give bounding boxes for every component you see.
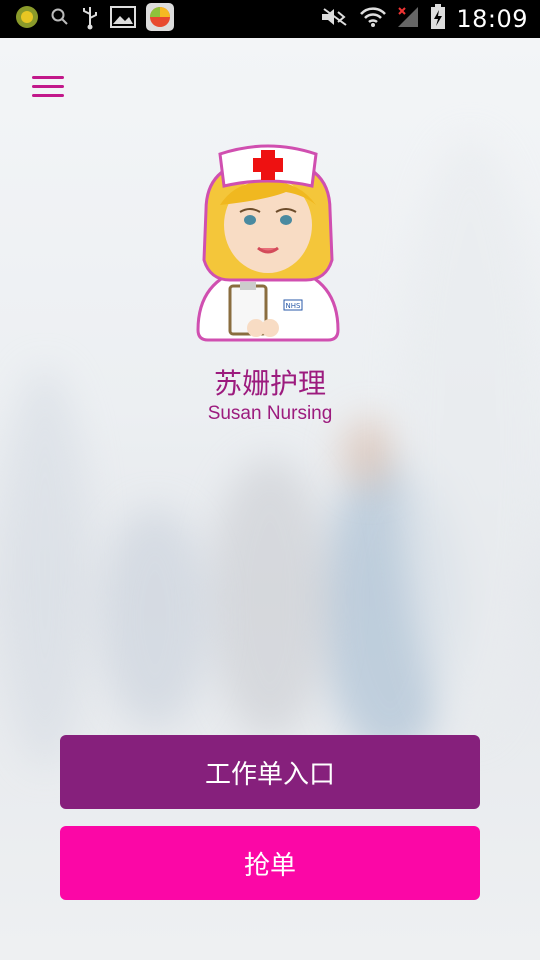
gallery-icon: [110, 6, 136, 32]
status-bar-right: 18:09: [320, 4, 528, 34]
app-title-chinese: 苏姗护理: [213, 367, 326, 400]
usb-icon: [80, 4, 100, 34]
mute-icon: [320, 6, 350, 32]
search-icon: [50, 7, 70, 31]
app-title-english: Susan Nursing: [207, 403, 333, 424]
status-time: 18:09: [456, 5, 528, 33]
hamburger-menu-icon[interactable]: [30, 72, 66, 100]
battery-charging-icon: [430, 4, 446, 34]
app-notification-icon: [14, 4, 40, 34]
work-order-entry-button[interactable]: 工作单入口: [60, 735, 480, 809]
wifi-icon: [360, 6, 387, 32]
app-badge-icon: [146, 3, 174, 35]
status-bar-left: [14, 3, 174, 35]
nurse-logo: NHS: [186, 140, 350, 350]
signal-icon: [396, 5, 420, 33]
grab-order-button[interactable]: 抢单: [60, 826, 480, 900]
status-bar: 18:09: [0, 0, 540, 38]
nhs-badge-text: NHS: [286, 302, 302, 310]
